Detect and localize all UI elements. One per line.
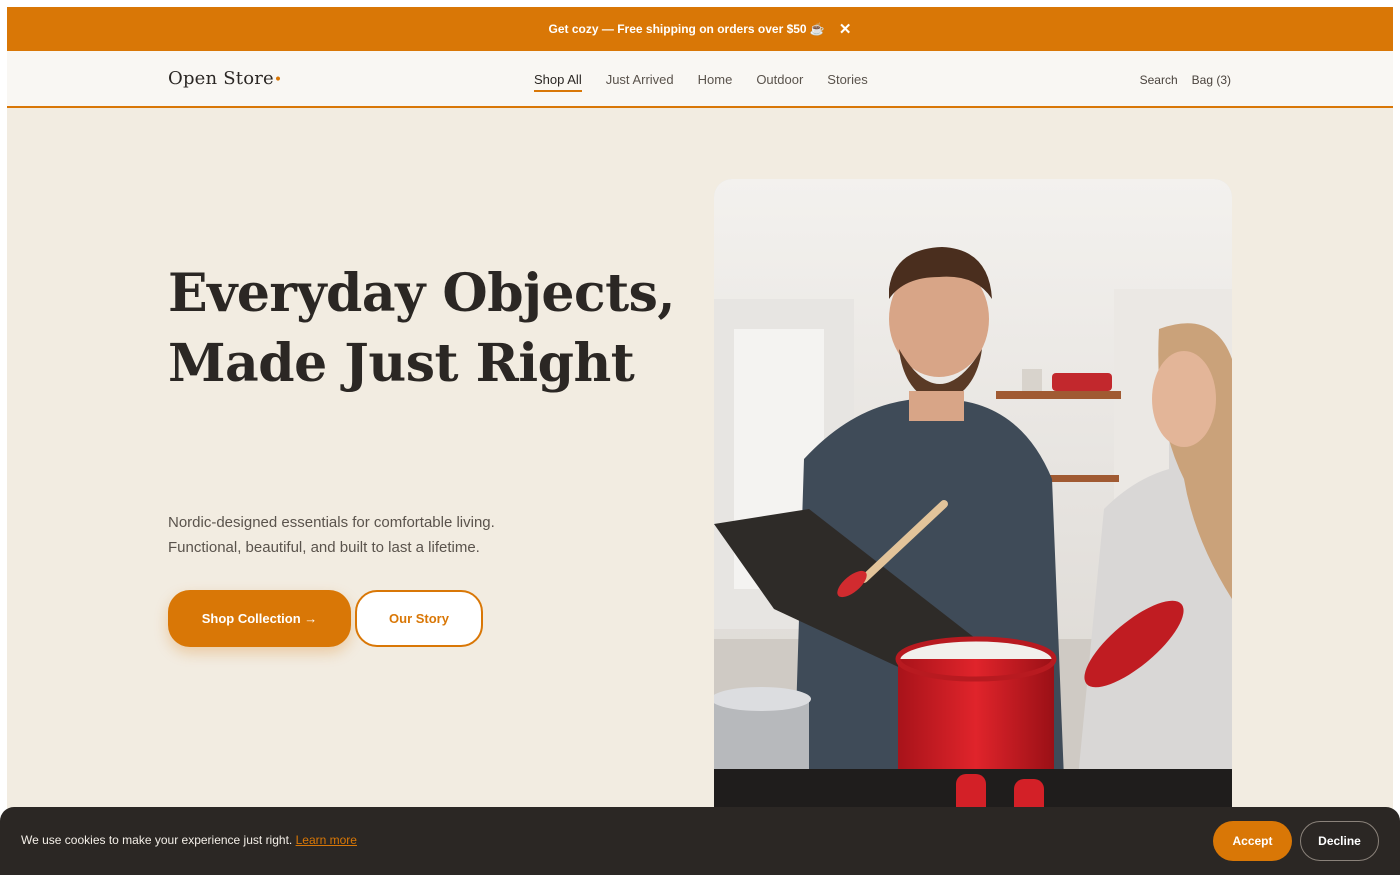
logo-dot: •: [273, 72, 283, 88]
our-story-button[interactable]: Our Story: [355, 590, 483, 647]
announcement-bar: Get cozy — Free shipping on orders over …: [7, 7, 1393, 51]
cookie-text: We use cookies to make your experience j…: [21, 833, 293, 847]
learn-more-link[interactable]: Learn more: [296, 833, 357, 847]
nav-stories[interactable]: Stories: [827, 72, 867, 92]
hero-image: [714, 179, 1232, 819]
main-nav: Shop All Just Arrived Home Outdoor Stori…: [534, 72, 868, 92]
hero-title-line1: Everyday Objects,: [168, 263, 676, 324]
accept-button[interactable]: Accept: [1213, 821, 1292, 861]
logo-text: Open Store: [168, 68, 274, 89]
nav-just-arrived[interactable]: Just Arrived: [606, 72, 674, 92]
cookie-message: We use cookies to make your experience j…: [21, 833, 357, 847]
nav-outdoor[interactable]: Outdoor: [756, 72, 803, 92]
nav-shop-all[interactable]: Shop All: [534, 72, 582, 92]
hero-subtitle-line1: Nordic-designed essentials for comfortab…: [168, 514, 495, 531]
announcement-text: Get cozy — Free shipping on orders over …: [548, 22, 825, 36]
search-link[interactable]: Search: [1140, 73, 1178, 87]
hero-title: Everyday Objects, Made Just Right: [168, 259, 676, 399]
hero-subtitle-line2: Functional, beautiful, and built to last…: [168, 539, 480, 556]
header-utilities: Search Bag (3): [1140, 73, 1231, 87]
close-icon[interactable]: ✕: [839, 22, 852, 37]
hero-title-line2: Made Just Right: [168, 333, 635, 394]
page-frame: Get cozy — Free shipping on orders over …: [7, 7, 1393, 875]
nav-home[interactable]: Home: [698, 72, 733, 92]
decline-button[interactable]: Decline: [1300, 821, 1379, 861]
bag-link[interactable]: Bag (3): [1192, 73, 1231, 87]
hero-subtitle: Nordic-designed essentials for comfortab…: [168, 510, 588, 560]
site-header: Open Store• Shop All Just Arrived Home O…: [7, 51, 1393, 108]
cookie-banner: We use cookies to make your experience j…: [0, 807, 1400, 875]
logo[interactable]: Open Store•: [168, 68, 282, 89]
shop-collection-button[interactable]: Shop Collection →: [168, 590, 351, 647]
